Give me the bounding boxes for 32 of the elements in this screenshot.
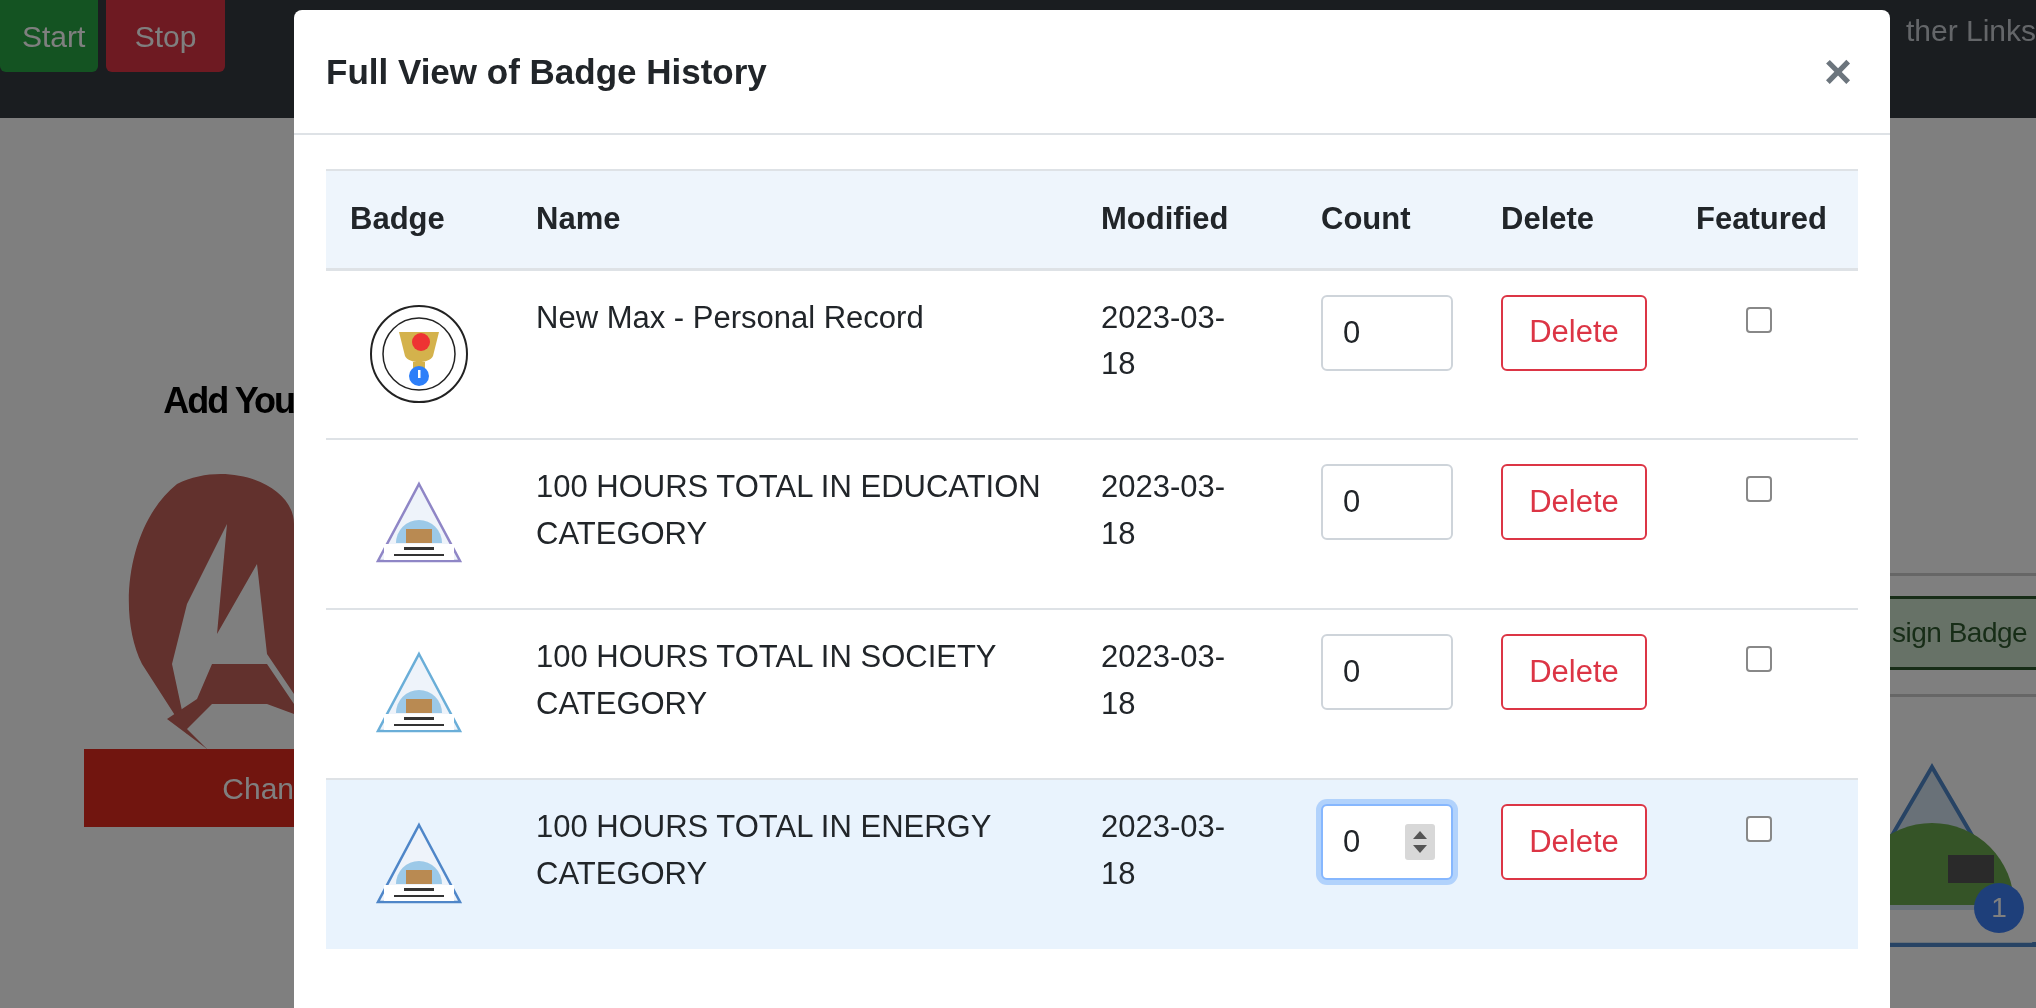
- delete-button[interactable]: Delete: [1501, 294, 1647, 371]
- modified-date: 2023-03-18: [1077, 439, 1297, 609]
- featured-checkbox[interactable]: [1746, 476, 1772, 502]
- column-header: Modified: [1077, 170, 1297, 269]
- badge-name: 100 HOURS TOTAL IN EDUCATION CATEGORY: [512, 439, 1077, 609]
- featured-checkbox[interactable]: [1746, 646, 1772, 672]
- count-input[interactable]: 0: [1321, 464, 1453, 540]
- column-header: Name: [512, 170, 1077, 269]
- badge-name: New Max - Personal Record: [512, 269, 1077, 439]
- column-header: Count: [1297, 170, 1477, 269]
- delete-button[interactable]: Delete: [1501, 804, 1647, 880]
- change-button[interactable]: Chan: [84, 749, 294, 827]
- assign-badge-button[interactable]: sign Badge: [1890, 596, 2036, 670]
- featured-checkbox[interactable]: [1746, 816, 1772, 842]
- modified-date: 2023-03-18: [1077, 269, 1297, 439]
- delete-button[interactable]: Delete: [1501, 634, 1647, 710]
- column-header: Badge: [326, 170, 512, 269]
- nav-link[interactable]: ther Links: [1905, 8, 2036, 53]
- count-input[interactable]: 0: [1321, 294, 1453, 371]
- close-button[interactable]: ×: [1817, 47, 1858, 96]
- modal-title: Full View of Badge History: [326, 50, 767, 93]
- section-heading: Add You: [163, 379, 294, 423]
- delete-button[interactable]: Delete: [1501, 464, 1647, 540]
- column-header: Delete: [1477, 170, 1672, 269]
- stop-button[interactable]: Stop: [106, 0, 225, 72]
- column-header: Featured: [1672, 170, 1858, 269]
- featured-checkbox[interactable]: [1746, 306, 1772, 333]
- count-input[interactable]: 0: [1321, 634, 1453, 710]
- badge-name: 100 HOURS TOTAL IN ENERGY CATEGORY: [512, 779, 1077, 949]
- start-button[interactable]: Start: [0, 0, 98, 72]
- modified-date: 2023-03-18: [1077, 779, 1297, 949]
- spinner-icon[interactable]: [1405, 824, 1435, 860]
